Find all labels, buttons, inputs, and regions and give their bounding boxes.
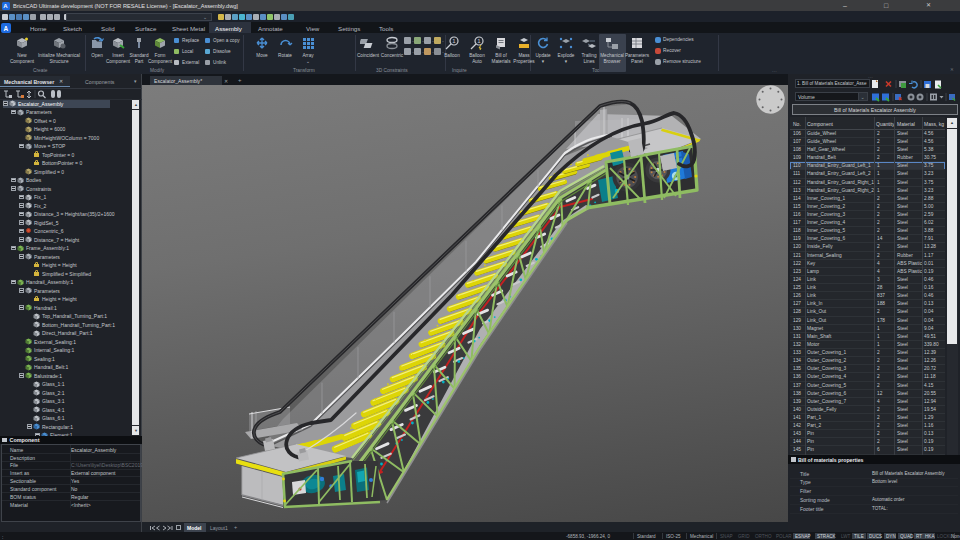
svg-text:1: 1	[452, 38, 456, 44]
svg-text:1: 1	[477, 38, 481, 44]
